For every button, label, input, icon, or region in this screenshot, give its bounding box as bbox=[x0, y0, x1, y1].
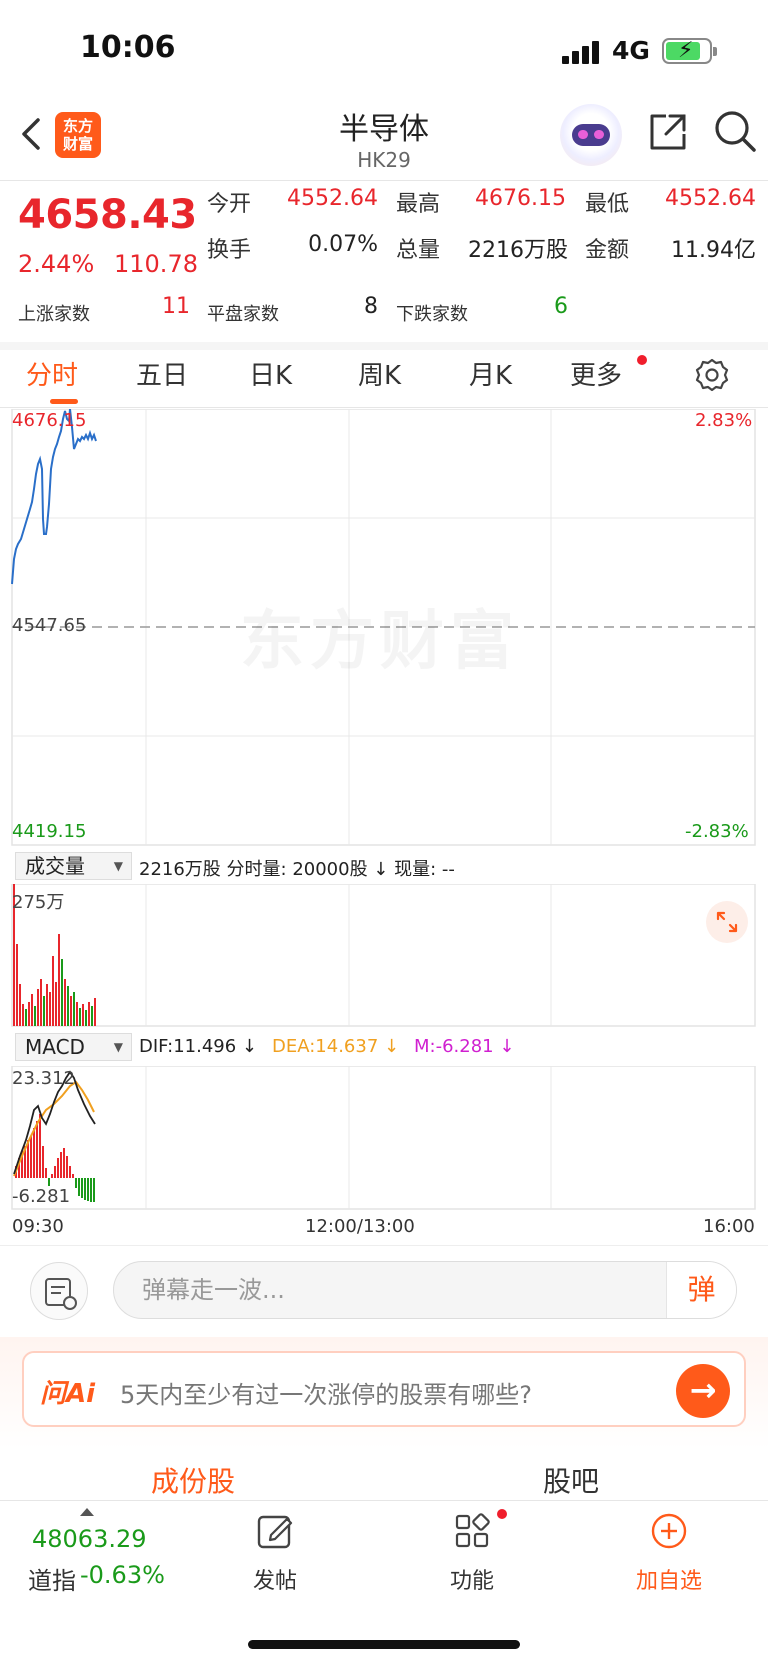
macd-min-label: -6.281 bbox=[12, 1186, 71, 1207]
danmu-input[interactable]: 弹幕走一波... 弹 bbox=[113, 1261, 737, 1319]
chart-low-label: 4419.15 bbox=[12, 821, 87, 842]
ai-question-text: 5天内至少有过一次涨停的股票有哪些? bbox=[120, 1381, 533, 1409]
ai-go-arrow-button[interactable]: → bbox=[676, 1364, 730, 1418]
add-watchlist-button[interactable]: 加自选 bbox=[609, 1511, 729, 1595]
network-type: 4G bbox=[612, 36, 650, 65]
quote-panel: 4658.43 2.44% 110.78 今开 4552.64 最高 4676.… bbox=[0, 182, 768, 342]
settings-gear-icon[interactable] bbox=[694, 357, 730, 393]
macd-max-label: 23.312 bbox=[12, 1068, 75, 1089]
volume-value: 2216万股 bbox=[468, 238, 568, 263]
up-count-label: 上涨家数 bbox=[18, 304, 90, 325]
low-value: 4552.64 bbox=[665, 186, 756, 211]
dow-index-value[interactable]: 48063.29 bbox=[32, 1525, 147, 1553]
tab-more[interactable]: 更多 bbox=[570, 355, 622, 392]
low-label: 最低 bbox=[585, 192, 630, 217]
edit-post-icon bbox=[257, 1515, 293, 1549]
flat-count: 8 bbox=[364, 294, 378, 319]
add-circle-icon bbox=[651, 1513, 687, 1549]
expand-icon[interactable] bbox=[705, 900, 749, 944]
status-time: 10:06 bbox=[80, 30, 176, 65]
turnover-value: 0.07% bbox=[308, 232, 378, 257]
up-count: 11 bbox=[162, 294, 190, 319]
chart-tabs: 分时 五日 日K 周K 月K 更多 bbox=[0, 343, 768, 409]
chart-low-pct: -2.83% bbox=[685, 821, 749, 842]
ai-logo: 问Ai bbox=[40, 1379, 96, 1409]
high-label: 最高 bbox=[396, 192, 441, 217]
down-count-label: 下跌家数 bbox=[396, 304, 468, 325]
flat-count-label: 平盘家数 bbox=[207, 304, 279, 325]
macd-dea-value: DEA:14.637 ↓ bbox=[272, 1036, 400, 1057]
volume-summary: 2216万股 分时量: 20000股 ↓ 现量: -- bbox=[139, 859, 455, 880]
status-bar: 10:06 4G ⚡ bbox=[0, 0, 768, 100]
more-badge-dot bbox=[637, 355, 647, 365]
macd-m-value: M:-6.281 ↓ bbox=[414, 1036, 515, 1057]
active-tab-indicator bbox=[50, 399, 78, 404]
chart-high-label: 4676.15 bbox=[12, 410, 87, 431]
tab-five-day[interactable]: 五日 bbox=[136, 355, 188, 392]
dow-index-name: 道指 bbox=[28, 1567, 76, 1595]
macd-dif-value: DIF:11.496 ↓ bbox=[139, 1036, 257, 1057]
bottom-toolbar: 48063.29 道指 -0.63% 发帖 功能 加自选 bbox=[0, 1500, 768, 1663]
search-icon[interactable] bbox=[712, 108, 758, 154]
comment-bar: 弹幕走一波... 弹 bbox=[0, 1245, 768, 1335]
time-axis-end: 16:00 bbox=[703, 1216, 755, 1237]
share-icon[interactable] bbox=[646, 110, 690, 154]
tab-constituents[interactable]: 成份股 bbox=[151, 1460, 235, 1500]
nav-header: 东方 财富 半导体 HK29 bbox=[0, 100, 768, 180]
divider bbox=[0, 180, 768, 181]
amount-value: 11.94亿 bbox=[671, 238, 756, 263]
features-button[interactable]: 功能 bbox=[412, 1511, 532, 1595]
post-button[interactable]: 发帖 bbox=[215, 1511, 335, 1595]
ai-assistant-robot-icon[interactable] bbox=[560, 104, 622, 166]
chart-prev-close-label: 4547.65 bbox=[12, 615, 87, 636]
volume-label: 总量 bbox=[396, 238, 441, 263]
tab-intraday[interactable]: 分时 bbox=[26, 355, 78, 392]
tab-daily-k[interactable]: 日K bbox=[249, 355, 292, 392]
features-badge-dot bbox=[497, 1509, 507, 1519]
turnover-label: 换手 bbox=[207, 238, 252, 263]
amount-label: 金额 bbox=[585, 238, 630, 263]
watermark: 东方财富 bbox=[240, 590, 520, 682]
tab-monthly-k[interactable]: 月K bbox=[469, 355, 512, 392]
open-label: 今开 bbox=[207, 192, 252, 217]
ai-question-section: 问Ai 5天内至少有过一次涨停的股票有哪些? → bbox=[0, 1337, 768, 1449]
volume-max-label: 275万 bbox=[12, 892, 65, 913]
volume-indicator-select[interactable]: 成交量 ▼ bbox=[15, 852, 132, 880]
change-amount: 110.78 bbox=[114, 250, 198, 278]
home-indicator[interactable] bbox=[248, 1640, 520, 1649]
current-price: 4658.43 bbox=[18, 192, 197, 238]
macd-indicator-select[interactable]: MACD ▼ bbox=[15, 1033, 132, 1061]
notes-icon bbox=[45, 1278, 77, 1310]
danmu-send-button[interactable]: 弹 bbox=[666, 1262, 736, 1318]
volume-chart[interactable] bbox=[0, 884, 768, 1029]
expand-up-icon[interactable] bbox=[80, 1507, 94, 1517]
cellular-signal-icon bbox=[562, 40, 602, 64]
divider bbox=[0, 407, 768, 408]
dow-index-pct: -0.63% bbox=[80, 1561, 165, 1589]
features-grid-icon bbox=[455, 1513, 490, 1548]
time-axis-start: 09:30 bbox=[12, 1216, 64, 1237]
battery-charging-icon: ⚡ bbox=[662, 38, 717, 64]
chart-high-pct: 2.83% bbox=[695, 410, 753, 431]
ai-question-box[interactable]: 问Ai 5天内至少有过一次涨停的股票有哪些? → bbox=[22, 1351, 746, 1427]
sub-tabs: 成份股 股吧 bbox=[0, 1450, 768, 1502]
open-value: 4552.64 bbox=[287, 186, 378, 211]
macd-chart[interactable] bbox=[0, 1066, 768, 1212]
change-percent: 2.44% bbox=[18, 250, 95, 278]
down-count: 6 bbox=[554, 294, 568, 319]
time-axis-mid: 12:00/13:00 bbox=[305, 1216, 415, 1237]
tab-weekly-k[interactable]: 周K bbox=[358, 355, 401, 392]
notes-button[interactable] bbox=[30, 1262, 88, 1320]
high-value: 4676.15 bbox=[475, 186, 566, 211]
tab-stock-forum[interactable]: 股吧 bbox=[543, 1460, 599, 1500]
